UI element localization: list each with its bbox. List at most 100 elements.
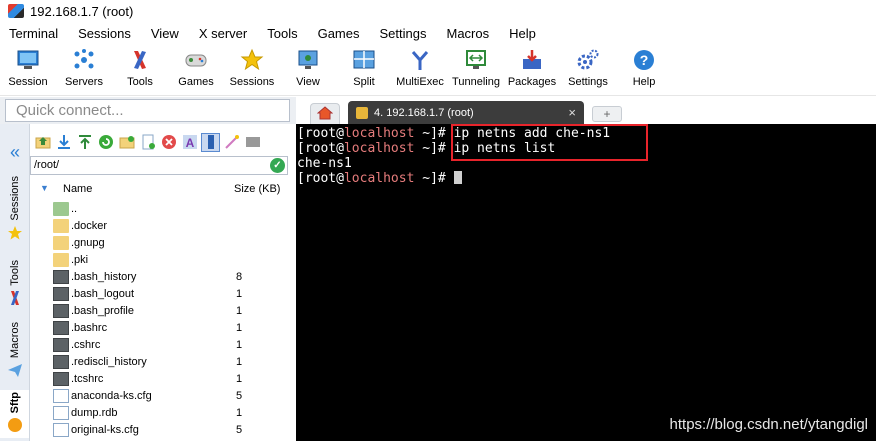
rename-icon[interactable]: A	[180, 133, 199, 152]
menu-macros[interactable]: Macros	[436, 26, 499, 41]
file-name: .gnupg	[71, 237, 105, 249]
file-name: .tcshrc	[71, 373, 104, 385]
file-row[interactable]: .bashrc 1	[30, 320, 296, 337]
file-row[interactable]: .docker	[30, 218, 296, 235]
upload-icon[interactable]	[75, 133, 94, 152]
session-button[interactable]: Session	[0, 44, 56, 88]
tools-icon	[7, 290, 23, 309]
main-toolbar: Session Servers Tools Games Sessions Vie…	[0, 44, 876, 96]
column-name[interactable]: Name	[63, 183, 92, 195]
terminal-line: [root@localhost ~]#	[297, 171, 462, 186]
sidebar-tab-tools[interactable]: Tools	[0, 260, 30, 309]
tunneling-button[interactable]: Tunneling	[448, 44, 504, 88]
packages-button[interactable]: Packages	[504, 44, 560, 88]
tools-button[interactable]: Tools	[112, 44, 168, 88]
folder-icon	[53, 253, 69, 267]
settings-icon	[576, 48, 600, 72]
session-icon	[16, 48, 40, 72]
file-size: 8	[236, 271, 243, 283]
download-icon[interactable]	[54, 133, 73, 152]
sidebar-tab-sftp[interactable]: Sftp	[0, 390, 29, 439]
document-icon	[53, 389, 69, 403]
menu-help[interactable]: Help	[499, 26, 546, 41]
new-file-icon[interactable]	[138, 133, 157, 152]
file-properties-icon[interactable]	[201, 132, 220, 152]
sftp-file-panel: A /root/ ✓ ▼ Name Size (KB) .. .docker .gn…	[30, 124, 296, 441]
new-folder-icon[interactable]	[117, 133, 136, 152]
file-name: ..	[71, 203, 78, 215]
file-size: 5	[236, 390, 243, 402]
file-name: .rediscli_history	[71, 356, 147, 368]
session-tab-strip: 4. 192.168.1.7 (root) × +	[296, 97, 876, 124]
games-icon	[184, 48, 208, 72]
tab-session-4[interactable]: 4. 192.168.1.7 (root) ×	[348, 101, 584, 124]
file-row[interactable]: anaconda-ks.cfg 5	[30, 388, 296, 405]
document-icon	[53, 423, 69, 437]
refresh-icon[interactable]	[96, 133, 115, 152]
file-row[interactable]: .gnupg	[30, 235, 296, 252]
file-name: .bash_profile	[71, 305, 134, 317]
path-input[interactable]: /root/ ✓	[30, 156, 288, 175]
file-size: 1	[236, 288, 243, 300]
view-button[interactable]: View	[280, 44, 336, 88]
new-tab-button[interactable]: +	[592, 106, 622, 122]
file-name: .cshrc	[71, 339, 101, 351]
file-row[interactable]: .bash_profile 1	[30, 303, 296, 320]
prompt-suffix: ~]#	[414, 141, 454, 156]
menu-sessions[interactable]: Sessions	[68, 26, 141, 41]
terminal-sync-icon[interactable]	[243, 133, 262, 152]
split-button[interactable]: Split	[336, 44, 392, 88]
file-name: .bashrc	[71, 322, 108, 334]
home-tab[interactable]	[310, 103, 340, 124]
menu-x-server[interactable]: X server	[189, 26, 257, 41]
sidebar-tab-sessions[interactable]: Sessions	[0, 176, 30, 244]
svg-text:A: A	[185, 136, 194, 150]
document-icon	[53, 406, 69, 420]
terminal-pane[interactable]: [root@localhost ~]# ip netns add che-ns1…	[296, 124, 876, 441]
checkmark-icon[interactable]: ✓	[270, 158, 285, 173]
games-button[interactable]: Games	[168, 44, 224, 88]
terminal-file-icon	[53, 355, 69, 369]
file-row[interactable]: ..	[30, 201, 296, 218]
star-icon	[240, 48, 264, 72]
prompt-suffix: ~]#	[414, 126, 454, 141]
view-icon	[296, 48, 320, 72]
file-row[interactable]: .bash_logout 1	[30, 286, 296, 303]
multiexec-button[interactable]: MultiExec	[392, 44, 448, 88]
file-row[interactable]: .tcshrc 1	[30, 371, 296, 388]
menu-tools[interactable]: Tools	[257, 26, 307, 41]
settings-button[interactable]: Settings	[560, 44, 616, 88]
prompt-user: [root@	[297, 126, 344, 141]
menu-view[interactable]: View	[141, 26, 189, 41]
folder-icon	[53, 219, 69, 233]
file-row[interactable]: dump.rdb 1	[30, 405, 296, 422]
delete-icon[interactable]	[159, 133, 178, 152]
sftp-icon	[7, 417, 23, 436]
file-row[interactable]: .rediscli_history 1	[30, 354, 296, 371]
sessions-button[interactable]: Sessions	[224, 44, 280, 88]
file-row[interactable]: .cshrc 1	[30, 337, 296, 354]
file-name: .bash_history	[71, 271, 137, 283]
close-icon[interactable]: ×	[568, 105, 576, 120]
collapse-sidebar-button[interactable]: «	[0, 142, 30, 163]
help-button[interactable]: ? Help	[616, 44, 672, 88]
sidebar-tab-macros[interactable]: Macros	[0, 322, 30, 381]
magic-wand-icon[interactable]	[222, 133, 241, 152]
terminal-file-icon	[53, 338, 69, 352]
file-row[interactable]: original-ks.cfg 5	[30, 422, 296, 439]
file-row[interactable]: .pki	[30, 252, 296, 269]
file-list-header: ▼ Name Size (KB)	[30, 181, 296, 199]
menu-settings[interactable]: Settings	[370, 26, 437, 41]
column-size[interactable]: Size (KB)	[234, 183, 280, 195]
prompt-host: localhost	[343, 126, 415, 141]
file-row[interactable]: .bash_history 8	[30, 269, 296, 286]
quick-connect-input[interactable]: Quick connect...	[5, 99, 290, 122]
paper-plane-icon	[7, 362, 23, 381]
menu-terminal[interactable]: Terminal	[0, 26, 68, 41]
parent-folder-icon[interactable]	[33, 133, 52, 152]
terminal-file-icon	[53, 372, 69, 386]
quick-connect-bar: Quick connect...	[0, 97, 296, 124]
file-size: 1	[236, 305, 243, 317]
menu-games[interactable]: Games	[308, 26, 370, 41]
servers-button[interactable]: Servers	[56, 44, 112, 88]
